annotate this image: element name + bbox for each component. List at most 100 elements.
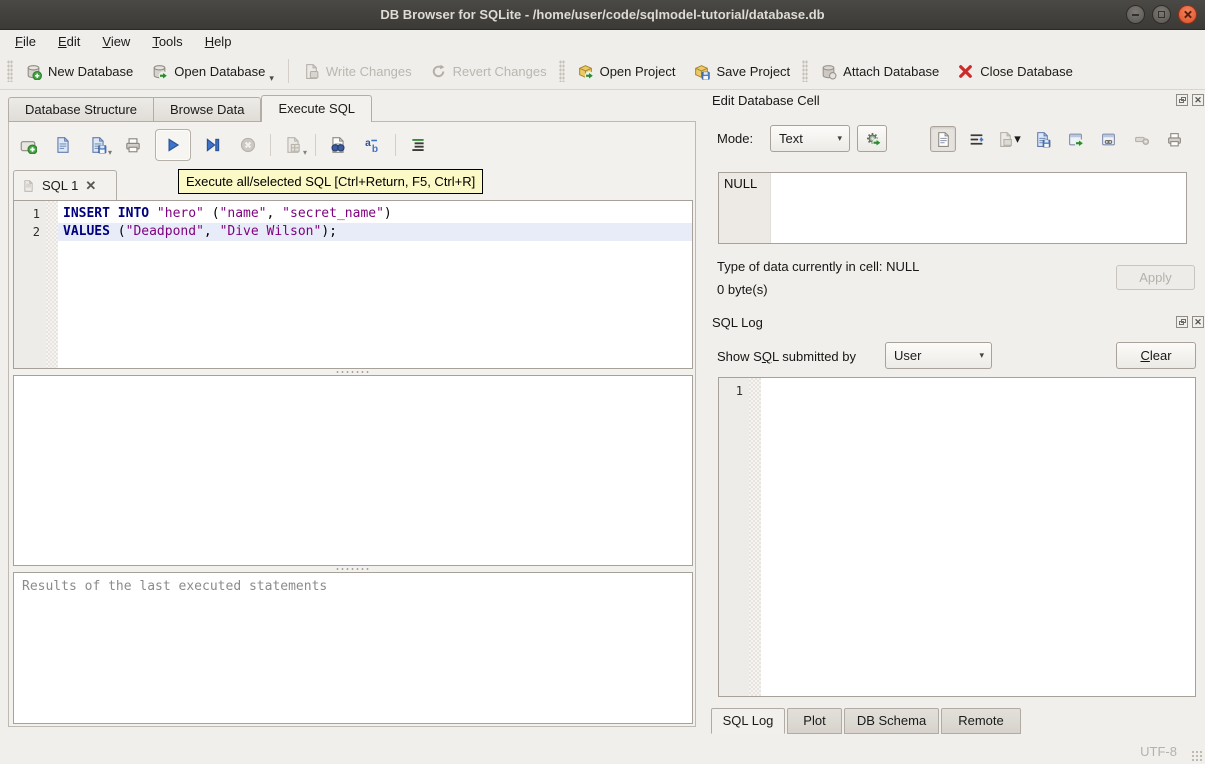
svg-text:b: b [372, 144, 378, 154]
open-in-external-button[interactable] [1062, 126, 1088, 152]
new-sql-tab-button[interactable] [15, 132, 41, 158]
close-dock-button[interactable]: ✕ [1192, 94, 1204, 106]
format-sql-button[interactable] [405, 132, 431, 158]
cell-value-editor[interactable]: NULL [718, 172, 1187, 244]
title-bar: DB Browser for SQLite - /home/user/code/… [0, 0, 1205, 30]
cell-value: NULL [724, 176, 757, 191]
sql-toolbar-separator [395, 134, 396, 156]
export-cell-data-button[interactable] [1029, 126, 1055, 152]
text-mode-button[interactable] [930, 126, 956, 152]
float-dock-button[interactable] [1176, 316, 1188, 328]
open-sql-file-button[interactable] [50, 132, 76, 158]
stop-execution-button[interactable] [235, 132, 261, 158]
autocomplete-button[interactable]: ab [360, 132, 386, 158]
encoding-indicator[interactable]: UTF-8 [1140, 744, 1177, 759]
sql-editor[interactable]: 12 INSERT INTO "hero" ("name", "secret_n… [13, 200, 693, 369]
close-icon [1179, 6, 1196, 23]
save-project-button[interactable]: Save Project [684, 56, 799, 86]
sql-document-icon [22, 179, 35, 193]
log-fold-margin [749, 378, 761, 696]
tab-browse-data[interactable]: Browse Data [153, 97, 261, 122]
sql-tab-label: SQL 1 [42, 178, 78, 193]
find-in-sql-button[interactable] [325, 132, 351, 158]
set-null-button[interactable] [1128, 126, 1154, 152]
gear-icon [864, 130, 881, 147]
resize-grip[interactable] [1191, 750, 1203, 762]
close-button[interactable] [1178, 5, 1197, 24]
main-tab-bar: Database Structure Browse Data Execute S… [8, 95, 372, 122]
clear-log-button[interactable]: Clear [1116, 342, 1196, 369]
sql-toolbar-separator [270, 134, 271, 156]
apply-format-button[interactable] [857, 125, 887, 152]
fold-margin [46, 201, 58, 368]
edit-cell-dock-buttons: ✕ [1176, 94, 1204, 106]
tab-execute-sql[interactable]: Execute SQL [261, 95, 372, 122]
close-icon: ✕ [1193, 316, 1203, 326]
mode-combo[interactable]: Text ▾ [770, 125, 850, 152]
open-database-button[interactable]: Open Database ▾ [142, 56, 283, 86]
menu-bar: File Edit View Tools Help [0, 30, 1205, 53]
status-bar: UTF-8 [0, 740, 1205, 764]
toolbar-handle[interactable] [7, 60, 13, 82]
menu-file[interactable]: File [4, 31, 47, 52]
execute-sql-panel: ▾ ▾ ab S [8, 121, 696, 727]
sql-toolbar: ▾ ▾ ab [15, 128, 431, 162]
revert-changes-icon [430, 63, 447, 80]
new-database-button[interactable]: New Database [16, 56, 142, 86]
import-dropdown-icon: ▾ [1014, 131, 1021, 147]
chevron-down-icon: ▾ [837, 133, 842, 144]
menu-view[interactable]: View [91, 31, 141, 52]
import-cell-data-button[interactable]: ▾ [996, 126, 1022, 152]
new-database-icon [25, 63, 42, 80]
menu-help[interactable]: Help [194, 31, 243, 52]
log-code-area[interactable] [761, 378, 1195, 696]
dock-tab-remote[interactable]: Remote [941, 708, 1021, 734]
close-database-button[interactable]: Close Database [948, 56, 1082, 86]
close-dock-button[interactable]: ✕ [1192, 316, 1204, 328]
sql-document-tab[interactable]: SQL 1 ✕ [13, 170, 117, 200]
execute-all-button[interactable] [155, 129, 191, 161]
print-cell-button[interactable] [1161, 126, 1187, 152]
window-controls [1126, 5, 1197, 24]
write-changes-icon [303, 63, 320, 80]
minimize-button[interactable] [1126, 5, 1145, 24]
results-grid-pane[interactable] [13, 375, 693, 566]
splitter-dots-icon [335, 370, 369, 374]
apply-button[interactable]: Apply [1116, 265, 1195, 290]
dock-tab-plot[interactable]: Plot [787, 708, 842, 734]
tab-database-structure[interactable]: Database Structure [8, 97, 153, 122]
copy-link-button[interactable] [1095, 126, 1121, 152]
menu-edit[interactable]: Edit [47, 31, 91, 52]
save-project-icon [693, 63, 710, 80]
float-dock-button[interactable] [1176, 94, 1188, 106]
open-project-button[interactable]: Open Project [568, 56, 685, 86]
revert-changes-button[interactable]: Revert Changes [421, 56, 556, 86]
execute-current-line-button[interactable] [200, 132, 226, 158]
open-database-dropdown-icon[interactable]: ▾ [269, 73, 274, 86]
print-sql-button[interactable] [120, 132, 146, 158]
write-changes-button[interactable]: Write Changes [294, 56, 421, 86]
sql-log-editor[interactable]: 1 [718, 377, 1196, 697]
save-results-button[interactable]: ▾ [280, 132, 306, 158]
word-wrap-button[interactable] [963, 126, 989, 152]
attach-database-button[interactable]: Attach Database [811, 56, 948, 86]
sql-log-dock-title: SQL Log [712, 315, 763, 330]
toolbar-handle[interactable] [559, 60, 565, 82]
save-sql-file-button[interactable]: ▾ [85, 132, 111, 158]
splitter-dots-icon [335, 567, 369, 571]
menu-tools[interactable]: Tools [141, 31, 193, 52]
log-filter-label: Show SQL submitted by [717, 349, 856, 364]
dock-tab-sql-log[interactable]: SQL Log [711, 708, 785, 734]
save-sql-dropdown-icon[interactable]: ▾ [108, 148, 112, 157]
log-filter-combo[interactable]: User ▾ [885, 342, 992, 369]
results-placeholder: Results of the last executed statements [22, 579, 327, 594]
toolbar-separator [288, 59, 289, 83]
results-message-pane[interactable]: Results of the last executed statements [13, 572, 693, 724]
minimize-icon [1132, 14, 1139, 16]
sql-code-area[interactable]: INSERT INTO "hero" ("name", "secret_name… [58, 201, 692, 368]
close-sql-tab-icon[interactable]: ✕ [85, 178, 96, 194]
maximize-button[interactable] [1152, 5, 1171, 24]
toolbar-handle[interactable] [802, 60, 808, 82]
mode-label: Mode: [717, 131, 753, 146]
dock-tab-db-schema[interactable]: DB Schema [844, 708, 939, 734]
